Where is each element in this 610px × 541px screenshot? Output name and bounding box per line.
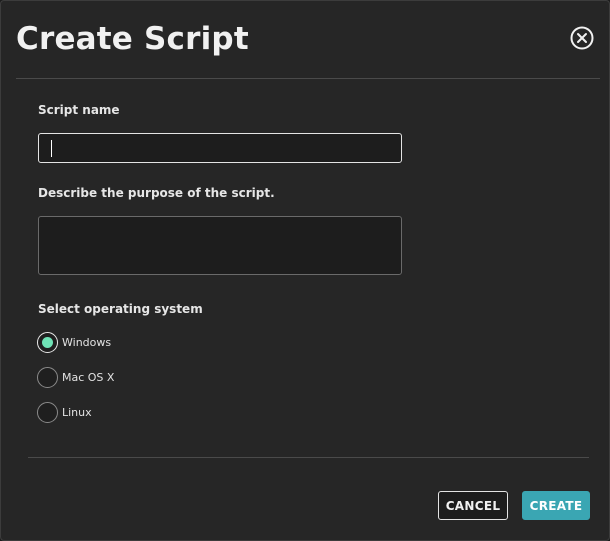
radio-button-windows[interactable] bbox=[37, 331, 58, 353]
close-circle-icon bbox=[570, 26, 594, 50]
cancel-button[interactable]: CANCEL bbox=[438, 491, 508, 520]
create-script-dialog: Create Script Script name Describe the p… bbox=[0, 0, 610, 541]
os-option-linux[interactable]: Linux bbox=[37, 401, 92, 423]
os-option-label: Windows bbox=[62, 335, 112, 349]
radio-selected-dot bbox=[42, 336, 53, 348]
close-button[interactable] bbox=[570, 26, 594, 50]
description-textarea[interactable] bbox=[38, 216, 402, 275]
os-select-label: Select operating system bbox=[38, 302, 203, 316]
os-option-label: Mac OS X bbox=[62, 370, 115, 384]
script-name-input[interactable] bbox=[38, 133, 402, 163]
radio-button-mac[interactable] bbox=[37, 366, 58, 388]
header-divider bbox=[16, 78, 600, 79]
os-option-label: Linux bbox=[62, 405, 92, 419]
description-label: Describe the purpose of the script. bbox=[38, 186, 275, 200]
text-caret bbox=[51, 140, 52, 157]
footer-divider bbox=[28, 457, 589, 458]
script-name-label: Script name bbox=[38, 103, 120, 117]
radio-button-linux[interactable] bbox=[37, 401, 58, 423]
dialog-title: Create Script bbox=[16, 21, 249, 57]
os-option-windows[interactable]: Windows bbox=[37, 331, 111, 353]
os-option-mac[interactable]: Mac OS X bbox=[37, 366, 114, 388]
create-button[interactable]: CREATE bbox=[522, 491, 590, 520]
